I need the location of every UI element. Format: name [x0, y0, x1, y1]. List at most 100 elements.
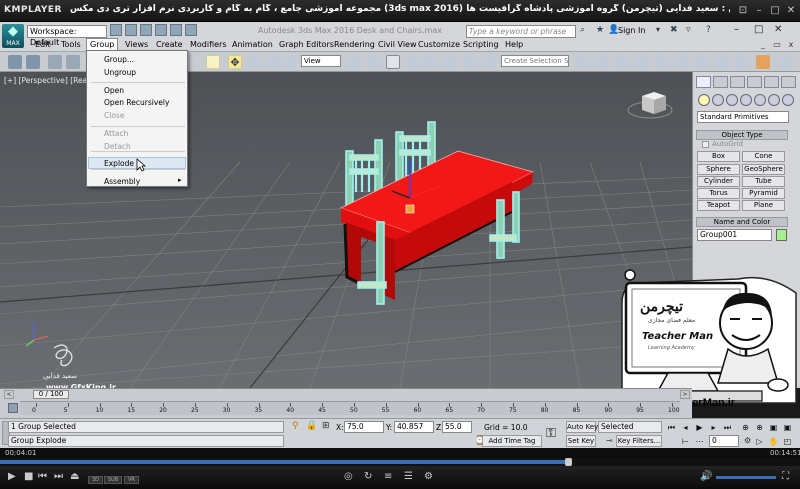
menu-rendering[interactable]: Rendering — [331, 38, 378, 51]
edit-named-selection-icon[interactable] — [482, 55, 496, 69]
cameras-icon[interactable] — [740, 94, 752, 106]
y-coordinate-field[interactable]: 40.857 — [394, 421, 434, 433]
zoom-all-icon[interactable]: ⊕ — [754, 422, 765, 433]
zoom-viewport-icon[interactable]: ⊕ — [740, 422, 751, 433]
exchange-icon[interactable]: ✖ — [670, 25, 678, 35]
schematic-view-icon[interactable] — [674, 55, 688, 69]
snaps-toggle-icon[interactable] — [406, 55, 420, 69]
redo-icon[interactable] — [170, 24, 182, 36]
menu-item-assembly[interactable]: Assembly — [104, 177, 140, 186]
player-volume-icon[interactable]: 🔊 — [700, 471, 712, 482]
object-color-swatch[interactable] — [776, 229, 787, 241]
add-time-tag-button[interactable]: Add Time Tag — [482, 435, 542, 447]
new-file-icon[interactable] — [110, 24, 122, 36]
select-and-rotate-icon[interactable] — [248, 55, 262, 69]
isolate-selection-icon[interactable]: ⚲ — [292, 421, 299, 431]
menu-item-open[interactable]: Open — [104, 86, 124, 95]
player-settings-icon[interactable]: ⚙ — [424, 471, 433, 482]
torus-button[interactable]: Torus — [697, 188, 740, 199]
menu-item-explode[interactable]: Explode — [104, 159, 134, 168]
player-repeat-icon[interactable]: ↻ — [364, 471, 372, 482]
select-manipulate-icon[interactable] — [366, 55, 380, 69]
autogrid-checkbox[interactable] — [702, 141, 709, 148]
helpers-icon[interactable] — [754, 94, 766, 106]
undo-toolbar-icon[interactable] — [8, 55, 22, 69]
object-type-rollout-header[interactable]: Object Type — [696, 130, 788, 140]
reference-coordinate-dropdown[interactable]: View — [301, 55, 341, 67]
player-option-sub[interactable]: SUB — [104, 476, 123, 484]
align-icon[interactable] — [594, 55, 608, 69]
player-prev-icon[interactable]: ⏮ — [38, 471, 47, 482]
menu-civil-view[interactable]: Civil View — [375, 38, 420, 51]
menu-help[interactable]: Help — [502, 38, 526, 51]
player-open-icon[interactable]: ⏏ — [70, 471, 79, 482]
key-mode-toggle-icon[interactable]: ⊢ — [680, 436, 691, 447]
percent-snap-icon[interactable] — [442, 55, 456, 69]
window-crossing-icon[interactable] — [206, 55, 220, 69]
pivot-center-icon[interactable] — [346, 55, 360, 69]
menu-item-open-recursively[interactable]: Open Recursively — [104, 98, 169, 107]
maximize-viewport-toggle-icon[interactable]: ◰ — [782, 436, 793, 447]
z-coordinate-field[interactable]: 55.0 — [442, 421, 472, 433]
menu-scripting[interactable]: Scripting — [460, 38, 502, 51]
geometry-icon[interactable] — [698, 94, 710, 106]
go-to-end-icon[interactable]: ⏭ — [722, 422, 733, 433]
max-minimize-button[interactable]: – — [734, 24, 739, 35]
player-fullscreen-icon[interactable]: ⛶ — [782, 471, 789, 482]
menu-modifiers[interactable]: Modifiers — [187, 38, 230, 51]
play-animation-icon[interactable]: ▶ — [694, 422, 705, 433]
application-button[interactable]: ◆ MAX — [2, 24, 24, 48]
select-and-move-icon[interactable]: ✥ — [228, 55, 242, 69]
player-capture-icon[interactable]: ◎ — [344, 471, 353, 482]
unlink-selection-icon[interactable] — [66, 55, 80, 69]
sign-in-link[interactable]: Sign In — [618, 26, 645, 35]
default-in-out-tangents-icon[interactable]: ⊸ — [606, 436, 613, 445]
mdi-close-button[interactable]: x — [786, 40, 796, 49]
player-close-button[interactable]: ✕ — [784, 4, 798, 17]
render-setup-icon[interactable] — [714, 55, 728, 69]
name-and-color-rollout-header[interactable]: Name and Color — [696, 217, 788, 227]
display-tab[interactable] — [764, 76, 779, 88]
rendered-frame-window-icon[interactable] — [734, 55, 748, 69]
keyboard-shortcut-override-icon[interactable] — [386, 55, 400, 69]
redo-toolbar-icon[interactable] — [26, 55, 40, 69]
player-next-icon[interactable]: ⏭ — [54, 471, 63, 482]
cone-button[interactable]: Cone — [742, 151, 785, 162]
spinner-snap-icon[interactable] — [462, 55, 476, 69]
go-to-start-icon[interactable]: ⏮ — [666, 422, 677, 433]
time-slider[interactable]: 0 / 100 — [33, 390, 69, 399]
max-maximize-button[interactable]: □ — [754, 24, 763, 35]
create-tab[interactable] — [696, 76, 711, 88]
motion-tab[interactable] — [747, 76, 762, 88]
absolute-mode-icon[interactable]: ⊞ — [322, 421, 330, 431]
player-play-icon[interactable]: ▶ — [8, 471, 16, 482]
render-production-icon[interactable] — [756, 55, 770, 69]
shapes-icon[interactable] — [712, 94, 724, 106]
auto-key-button[interactable]: Auto Key — [566, 421, 598, 433]
undo-icon[interactable] — [155, 24, 167, 36]
key-filters-button[interactable]: Key Filters... — [616, 435, 662, 447]
tube-button[interactable]: Tube — [742, 176, 785, 187]
search-input[interactable]: Type a keyword or phrase — [466, 25, 576, 38]
save-file-icon[interactable] — [140, 24, 152, 36]
menu-customize[interactable]: Customize — [415, 38, 463, 51]
player-minimize-button[interactable]: – — [752, 4, 766, 17]
open-file-icon[interactable] — [125, 24, 137, 36]
zoom-extents-icon[interactable]: ▣ — [768, 422, 779, 433]
field-of-view-icon[interactable]: ▷ — [754, 436, 765, 447]
systems-icon[interactable] — [782, 94, 794, 106]
communication-center-icon[interactable]: ★ — [596, 25, 604, 35]
hierarchy-tab[interactable] — [730, 76, 745, 88]
previous-frame-icon[interactable]: ◂ — [680, 422, 691, 433]
player-logo[interactable]: KMPLAYER — [4, 5, 62, 15]
graphite-ribbon-icon[interactable] — [634, 55, 648, 69]
modify-tab[interactable] — [713, 76, 728, 88]
set-key-icon[interactable]: ⚿ — [546, 426, 556, 441]
primitive-category-dropdown[interactable]: Standard Primitives — [697, 111, 789, 123]
player-maximize-button[interactable]: □ — [768, 4, 782, 17]
player-option-vr[interactable]: VR — [124, 476, 139, 484]
max-close-button[interactable]: ✕ — [774, 24, 782, 35]
mini-curve-editor-icon[interactable] — [8, 403, 18, 413]
set-key-button[interactable]: Set Key — [566, 435, 596, 447]
menu-tools[interactable]: Tools — [58, 38, 84, 51]
